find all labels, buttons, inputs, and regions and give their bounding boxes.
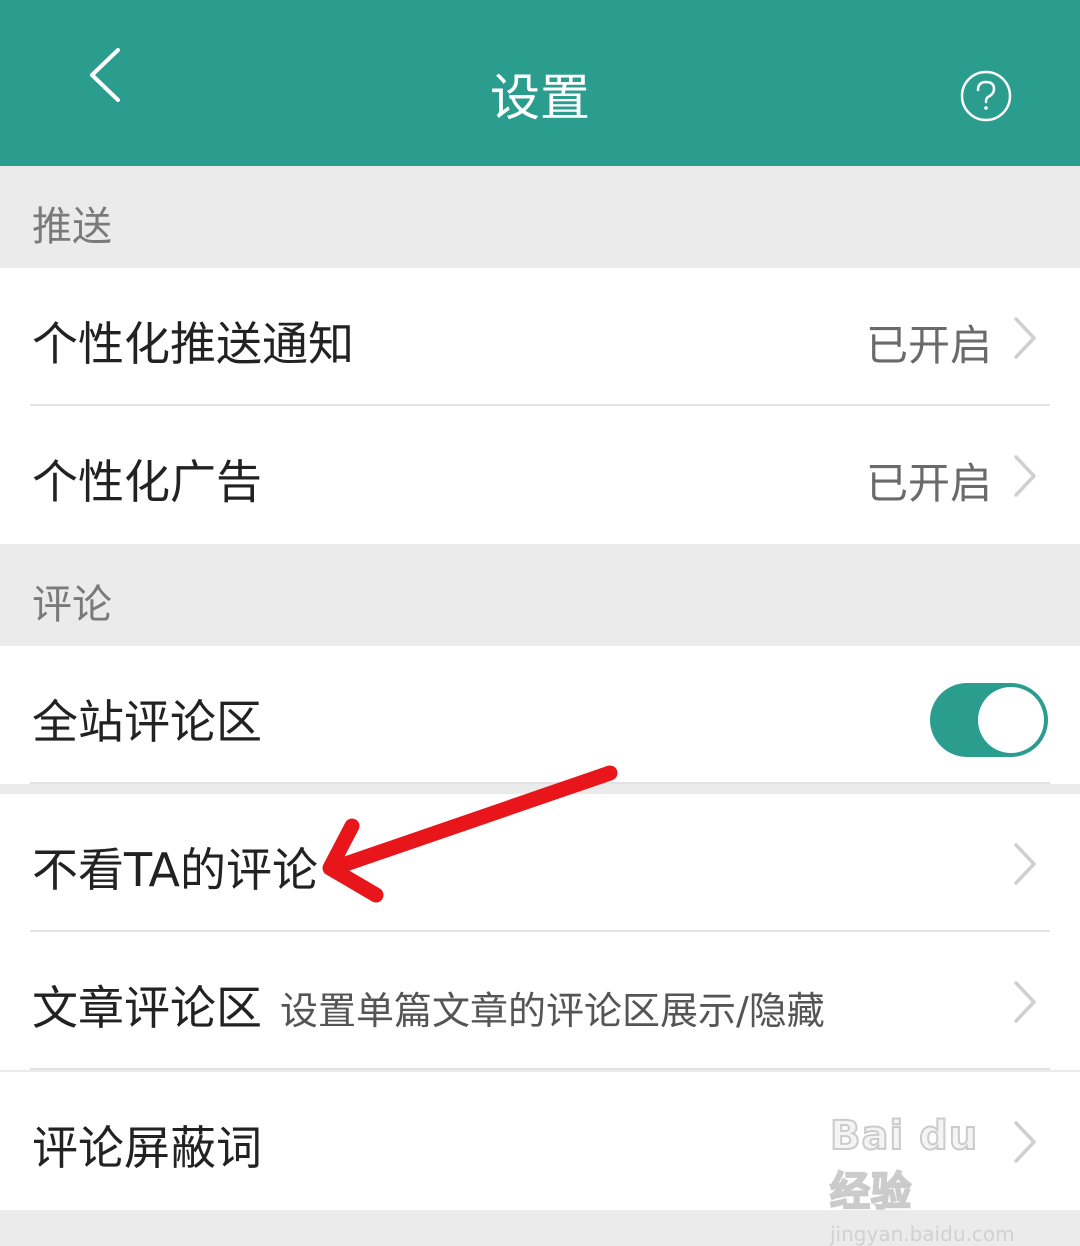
setting-status: 已开启 bbox=[865, 321, 992, 370]
app-header: 设置 bbox=[0, 0, 1080, 166]
setting-row-personalized-ads[interactable]: 个性化广告 已开启 bbox=[0, 406, 1080, 544]
toggle-knob bbox=[978, 687, 1044, 753]
setting-row-site-comments: 全站评论区 bbox=[0, 646, 1080, 784]
setting-label: 文章评论区 设置单篇文章的评论区展示/隐藏 bbox=[32, 972, 825, 1038]
chevron-right-icon bbox=[1014, 843, 1036, 885]
setting-label-text: 文章评论区 bbox=[32, 981, 262, 1035]
section-title-comments: 评论 bbox=[32, 582, 112, 628]
setting-label: 评论屏蔽词 bbox=[32, 1121, 262, 1175]
divider bbox=[30, 1068, 1050, 1070]
setting-row-personalized-push[interactable]: 个性化推送通知 已开启 bbox=[0, 268, 1080, 406]
help-circle-icon bbox=[960, 70, 1012, 122]
chevron-right-icon bbox=[1014, 317, 1036, 359]
setting-label: 全站评论区 bbox=[32, 695, 262, 749]
divider bbox=[30, 782, 1050, 784]
setting-label: 不看TA的评论 bbox=[32, 843, 318, 897]
section-title-push: 推送 bbox=[32, 204, 112, 250]
baidu-jingyan-watermark: Bai du 经验 jingyan.baidu.com bbox=[829, 1108, 1030, 1246]
chevron-right-icon bbox=[1014, 455, 1036, 497]
watermark-logo: Bai du 经验 bbox=[829, 1112, 979, 1216]
page-title: 设置 bbox=[490, 69, 590, 127]
setting-label: 个性化广告 bbox=[32, 455, 262, 509]
section-header-comments: 评论 bbox=[0, 544, 1080, 644]
chevron-left-icon bbox=[90, 48, 120, 102]
chevron-right-icon bbox=[1014, 981, 1036, 1023]
setting-label: 个性化推送通知 bbox=[32, 317, 354, 371]
setting-subtitle: 设置单篇文章的评论区展示/隐藏 bbox=[280, 989, 825, 1033]
back-button[interactable] bbox=[60, 40, 160, 140]
setting-row-hide-user-comments[interactable]: 不看TA的评论 bbox=[0, 794, 1080, 932]
section-header-push: 推送 bbox=[0, 166, 1080, 266]
help-button[interactable] bbox=[955, 65, 1017, 127]
setting-row-article-comments[interactable]: 文章评论区 设置单篇文章的评论区展示/隐藏 bbox=[0, 932, 1080, 1070]
setting-status: 已开启 bbox=[865, 459, 992, 508]
site-comments-toggle[interactable] bbox=[930, 683, 1048, 757]
